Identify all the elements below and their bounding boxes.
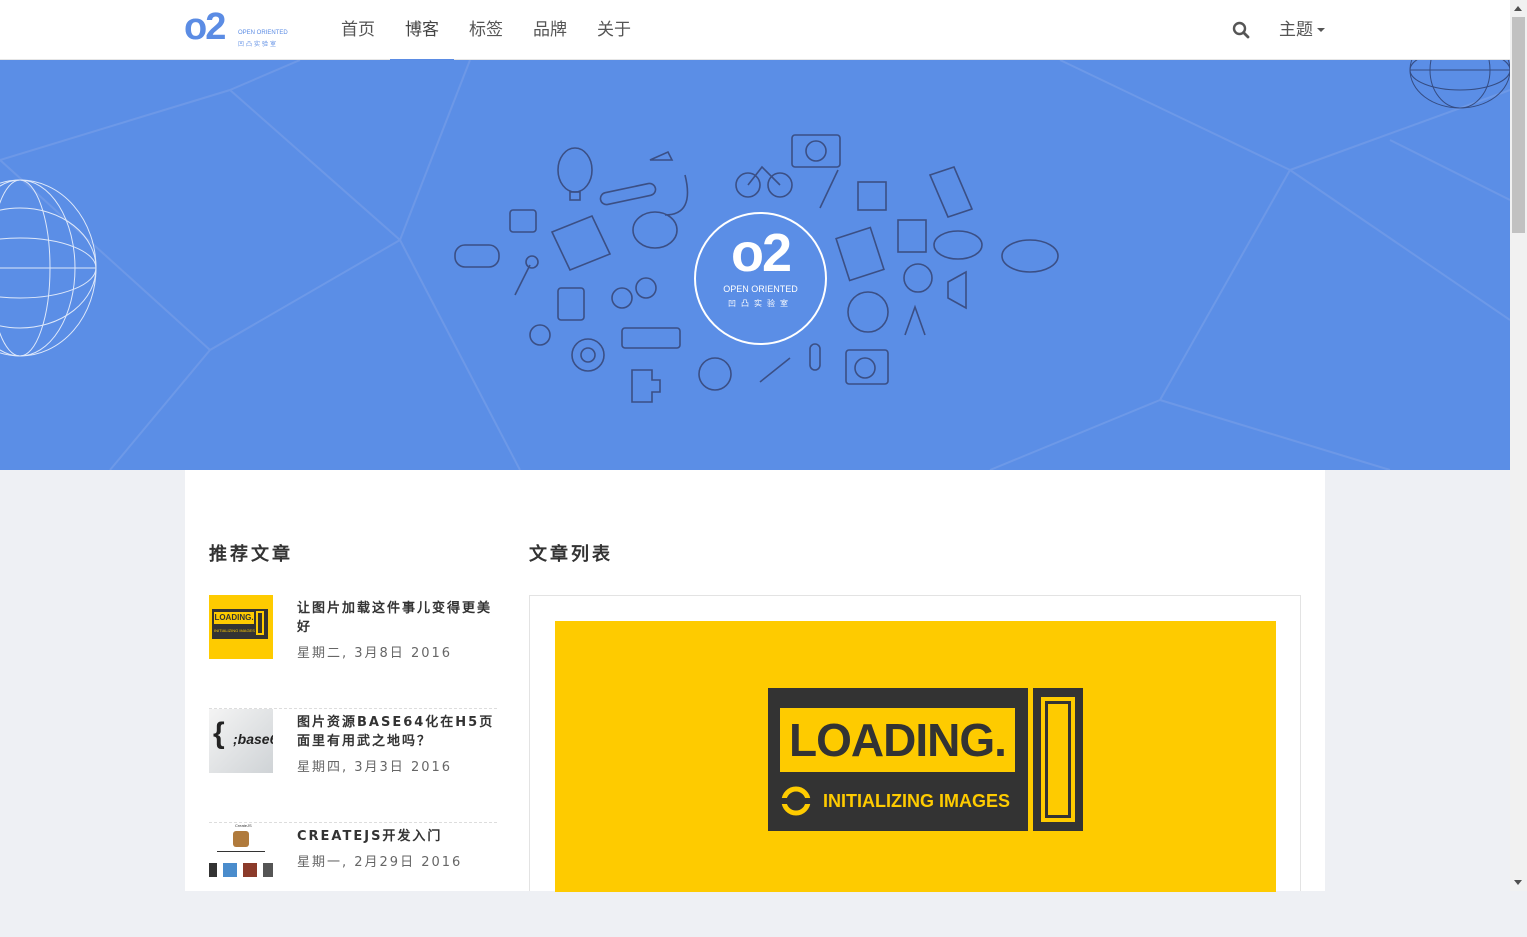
article-date: 星期四, 3月3日 2016 xyxy=(297,760,453,775)
article-card[interactable]: LOADING. INITIALIZING IMAGES xyxy=(529,595,1301,892)
article-title[interactable]: 图片资源BASE64化在H5页面里有用武之地吗？ xyxy=(297,713,497,751)
recommended-article[interactable]: LOADING. INITIALIZING IMAGES 让图片加载这件事儿变得… xyxy=(209,595,497,709)
loading-text: LOADING. xyxy=(780,708,1015,772)
theme-dropdown[interactable]: 主题 xyxy=(1279,0,1325,60)
thumb-loading-text: LOADING. xyxy=(214,612,254,624)
o2-logo[interactable]: o2 OPEN ORIENTED 凹凸实验室 xyxy=(184,6,294,50)
nav-home[interactable]: 首页 xyxy=(326,0,390,60)
hero-o2-badge: o2 OPEN ORIENTED 凹凸实验室 xyxy=(694,212,827,345)
initializing-text: INITIALIZING IMAGES xyxy=(823,791,1010,811)
chevron-down-icon xyxy=(1317,28,1325,32)
thumb-base64-text: ;base6 xyxy=(233,731,273,747)
recommended-article[interactable]: CreateJS CREATEJS开发入门 星期一, 2月29日 2016 xyxy=(209,823,497,937)
article-thumbnail: { ;base6 xyxy=(209,709,273,773)
vertical-scrollbar[interactable] xyxy=(1510,0,1527,891)
nav-tags[interactable]: 标签 xyxy=(454,0,518,60)
thumb-initializing-text: INITIALIZING IMAGES xyxy=(214,628,255,633)
article-list-title: 文章列表 xyxy=(529,544,613,565)
mesh-sphere-right xyxy=(1409,60,1510,109)
main-nav: 首页 博客 标签 品牌 关于 xyxy=(326,0,646,61)
article-thumbnail: CreateJS xyxy=(209,823,273,887)
theme-label: 主题 xyxy=(1279,20,1313,40)
logo-mark: o2 xyxy=(184,6,226,48)
scrollbar-thumb[interactable] xyxy=(1512,17,1525,233)
recommended-article[interactable]: { ;base6 图片资源BASE64化在H5页面里有用武之地吗？ 星期四, 3… xyxy=(209,709,497,823)
article-thumbnail: LOADING. INITIALIZING IMAGES xyxy=(209,595,273,659)
refresh-icon xyxy=(779,786,813,816)
loading-battery xyxy=(1033,688,1083,831)
hero-logo-mark: o2 xyxy=(730,223,792,283)
hero-logo-english: OPEN ORIENTED xyxy=(723,284,798,294)
hero-logo-chinese: 凹凸实验室 xyxy=(728,299,793,308)
logo-chinese: 凹凸实验室 xyxy=(238,42,279,48)
scroll-up-icon[interactable] xyxy=(1514,6,1522,11)
nav-blog[interactable]: 博客 xyxy=(390,0,454,61)
search-icon[interactable] xyxy=(1232,21,1250,39)
article-date: 星期一, 2月29日 2016 xyxy=(297,855,463,870)
hero-banner: o2 OPEN ORIENTED 凹凸实验室 xyxy=(0,60,1510,470)
scroll-down-icon[interactable] xyxy=(1514,880,1522,885)
mesh-sphere-left xyxy=(0,179,97,357)
article-date: 星期二, 3月8日 2016 xyxy=(297,646,453,661)
nav-brand[interactable]: 品牌 xyxy=(518,0,582,60)
nav-about[interactable]: 关于 xyxy=(582,0,646,60)
content-container: 推荐文章 LOADING. INITIALIZING IMAGES 让图片加载这… xyxy=(185,470,1325,892)
recommended-title: 推荐文章 xyxy=(209,544,293,565)
article-cover-image[interactable]: LOADING. INITIALIZING IMAGES xyxy=(555,621,1276,892)
logo-english: OPEN ORIENTED xyxy=(238,30,288,36)
article-title[interactable]: 让图片加载这件事儿变得更美好 xyxy=(297,599,497,637)
article-title[interactable]: CREATEJS开发入门 xyxy=(297,827,497,846)
thumb-createjs-text: CreateJS xyxy=(235,823,252,828)
top-navbar: o2 OPEN ORIENTED 凹凸实验室 首页 博客 标签 品牌 关于 主题 xyxy=(0,0,1510,61)
